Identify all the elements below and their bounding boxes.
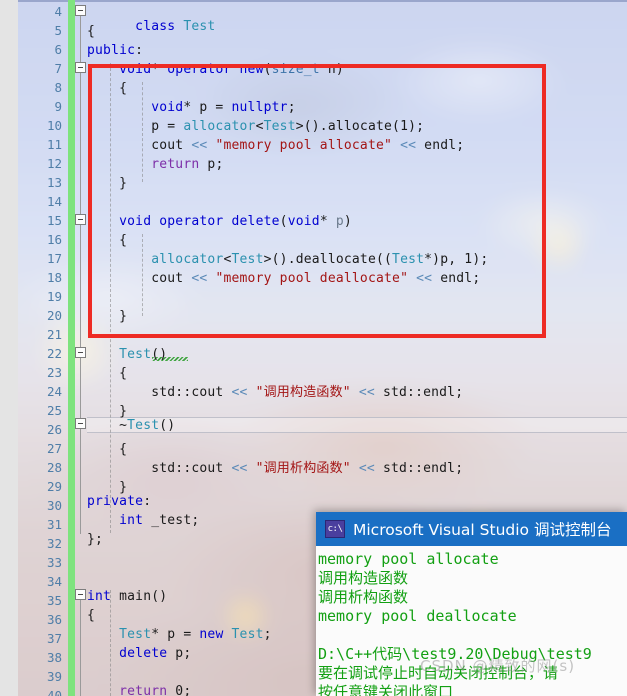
code-line[interactable]: { xyxy=(87,443,127,457)
console-output-line: memory pool allocate xyxy=(318,550,499,568)
console-output-line: memory pool deallocate xyxy=(318,607,517,625)
line-number: 29 xyxy=(46,479,62,494)
code-line[interactable]: cout << "memory pool allocate" << endl; xyxy=(87,139,464,153)
line-number: 5 xyxy=(54,23,62,38)
code-line[interactable]: int _test; xyxy=(87,514,199,528)
console-output-line: 调用析构函数 xyxy=(318,588,409,606)
collapse-toggle-constructor[interactable] xyxy=(75,347,86,358)
line-number: 8 xyxy=(54,80,62,95)
console-output-area[interactable]: memory pool allocate 调用构造函数 调用析构函数 memory p… xyxy=(316,546,627,696)
collapse-toggle-operator-new[interactable] xyxy=(75,62,86,73)
code-line[interactable]: p = allocator<Test>().allocate(1); xyxy=(87,120,424,134)
code-line[interactable]: int main() xyxy=(87,590,167,604)
code-line[interactable]: allocator<Test>().deallocate((Test*)p, 1… xyxy=(87,253,488,267)
line-number: 18 xyxy=(46,270,62,285)
folding-bracket-line xyxy=(80,596,81,696)
line-number: 15 xyxy=(46,213,62,228)
line-number: 40 xyxy=(46,688,62,696)
code-line[interactable]: void* operator new(size_t n) xyxy=(87,63,344,77)
console-output-line: 调用构造函数 xyxy=(318,569,409,587)
line-number: 37 xyxy=(46,631,62,646)
line-number: 31 xyxy=(46,517,62,532)
console-title-bar[interactable]: c:\ Microsoft Visual Studio 调试控制台 xyxy=(316,512,627,546)
code-line[interactable]: ~Test() xyxy=(87,419,175,433)
code-line[interactable]: private: xyxy=(87,495,151,509)
line-number: 21 xyxy=(46,327,62,342)
indent-guide xyxy=(110,590,111,696)
line-number: 28 xyxy=(46,460,62,475)
line-number: 32 xyxy=(46,536,62,551)
line-number: 19 xyxy=(46,289,62,304)
code-line[interactable]: void* p = nullptr; xyxy=(87,101,296,115)
code-line[interactable]: } xyxy=(87,481,127,495)
line-number: 10 xyxy=(46,118,62,133)
code-line[interactable]: { xyxy=(87,82,127,96)
line-number: 9 xyxy=(54,99,62,114)
code-line[interactable]: Test() xyxy=(87,348,167,362)
code-line[interactable]: { xyxy=(87,25,95,39)
line-number: 39 xyxy=(46,669,62,684)
indent-guide xyxy=(142,234,143,316)
code-line[interactable]: { xyxy=(87,234,127,248)
code-line[interactable]: std::cout << "调用构造函数" << std::endl; xyxy=(87,386,463,400)
code-line[interactable]: delete p; xyxy=(87,647,191,661)
code-line[interactable]: Test* p = new Test; xyxy=(87,628,272,642)
line-number: 30 xyxy=(46,498,62,513)
console-title-text: Microsoft Visual Studio 调试控制台 xyxy=(353,521,612,539)
line-number: 34 xyxy=(46,574,62,589)
line-number: 22 xyxy=(46,346,62,361)
indent-guide xyxy=(142,82,143,182)
code-line[interactable]: } xyxy=(87,405,127,419)
code-line[interactable]: return 0; xyxy=(87,685,191,696)
line-number: 4 xyxy=(54,4,62,19)
debug-console-window[interactable]: c:\ Microsoft Visual Studio 调试控制台 memory… xyxy=(316,512,627,696)
line-number: 27 xyxy=(46,441,62,456)
console-output-line: 按任意键关闭此窗口 xyxy=(318,683,454,696)
code-line[interactable]: cout << "memory pool deallocate" << endl… xyxy=(87,272,480,286)
code-line[interactable]: class Test xyxy=(87,6,215,48)
line-number: 13 xyxy=(46,175,62,190)
collapse-toggle-main[interactable] xyxy=(75,589,86,600)
folding-bracket-line xyxy=(80,14,81,534)
code-line[interactable]: return p; xyxy=(87,158,223,172)
line-number: 7 xyxy=(54,61,62,76)
indent-guide xyxy=(110,63,111,533)
line-number: 24 xyxy=(46,384,62,399)
line-number: 17 xyxy=(46,251,62,266)
console-output-line: 要在调试停止时自动关闭控制台，请 xyxy=(318,664,559,682)
console-output-line: D:\C++代码\test9.20\Debug\test9 xyxy=(318,645,592,663)
line-number: 14 xyxy=(46,194,62,209)
line-number: 38 xyxy=(46,650,62,665)
change-indicator-bar xyxy=(68,0,75,696)
collapse-toggle-class-test[interactable] xyxy=(75,5,86,16)
line-number: 12 xyxy=(46,156,62,171)
code-line[interactable]: }; xyxy=(87,533,103,547)
line-number: 11 xyxy=(46,137,62,152)
line-number: 20 xyxy=(46,308,62,323)
code-line[interactable]: void operator delete(void* p) xyxy=(87,215,352,229)
line-number-gutter: 4 5 6 7 8 9 10 11 12 13 14 15 16 17 18 19 20 21 22 23 24 25 26… xyxy=(18,0,68,696)
line-number: 25 xyxy=(46,403,62,418)
code-line[interactable]: public: xyxy=(87,44,143,58)
code-folding-column[interactable] xyxy=(75,0,87,696)
code-line[interactable]: } xyxy=(87,177,127,191)
code-line[interactable]: { xyxy=(87,367,127,381)
line-number: 23 xyxy=(46,365,62,380)
console-window-icon: c:\ xyxy=(325,520,345,538)
line-number: 6 xyxy=(54,42,62,57)
line-number: 26 xyxy=(46,422,62,437)
editor-top-border xyxy=(18,0,627,2)
collapse-toggle-operator-delete[interactable] xyxy=(75,214,86,225)
line-number: 36 xyxy=(46,612,62,627)
code-line[interactable]: } xyxy=(87,310,127,324)
code-line[interactable]: std::cout << "调用析构函数" << std::endl; xyxy=(87,462,463,476)
line-number: 16 xyxy=(46,232,62,247)
line-number: 35 xyxy=(46,593,62,608)
code-line[interactable]: { xyxy=(87,609,95,623)
collapse-toggle-destructor[interactable] xyxy=(75,418,86,429)
line-number: 33 xyxy=(46,555,62,570)
